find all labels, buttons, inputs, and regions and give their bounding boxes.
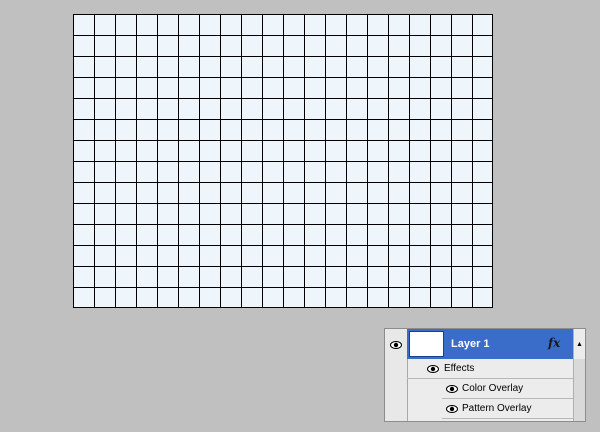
layer-name: Layer 1 (451, 338, 490, 350)
eye-icon[interactable] (446, 405, 458, 413)
layers-panel: Layer 1 fx Effects Color Overlay Pattern… (384, 328, 586, 422)
eye-icon[interactable] (427, 365, 439, 373)
scroll-up-arrow-icon[interactable]: ▲ (574, 329, 585, 359)
effect-label: Pattern Overlay (462, 403, 532, 414)
effect-row-color-overlay[interactable]: Color Overlay (442, 379, 577, 399)
effect-label: Color Overlay (462, 383, 524, 394)
eye-icon[interactable] (446, 385, 458, 393)
fx-icon[interactable]: fx (548, 336, 560, 350)
eye-icon[interactable] (390, 341, 402, 349)
grid-canvas[interactable] (73, 14, 493, 308)
visibility-column (385, 329, 408, 421)
effects-row[interactable]: Effects (407, 359, 577, 379)
effects-label: Effects (444, 363, 475, 374)
effect-row-pattern-overlay[interactable]: Pattern Overlay (442, 399, 577, 419)
layer-thumbnail (409, 331, 444, 357)
layers-scrollbar[interactable]: ▲ (573, 329, 585, 421)
layer-row-layer-1[interactable]: Layer 1 fx (407, 329, 577, 359)
